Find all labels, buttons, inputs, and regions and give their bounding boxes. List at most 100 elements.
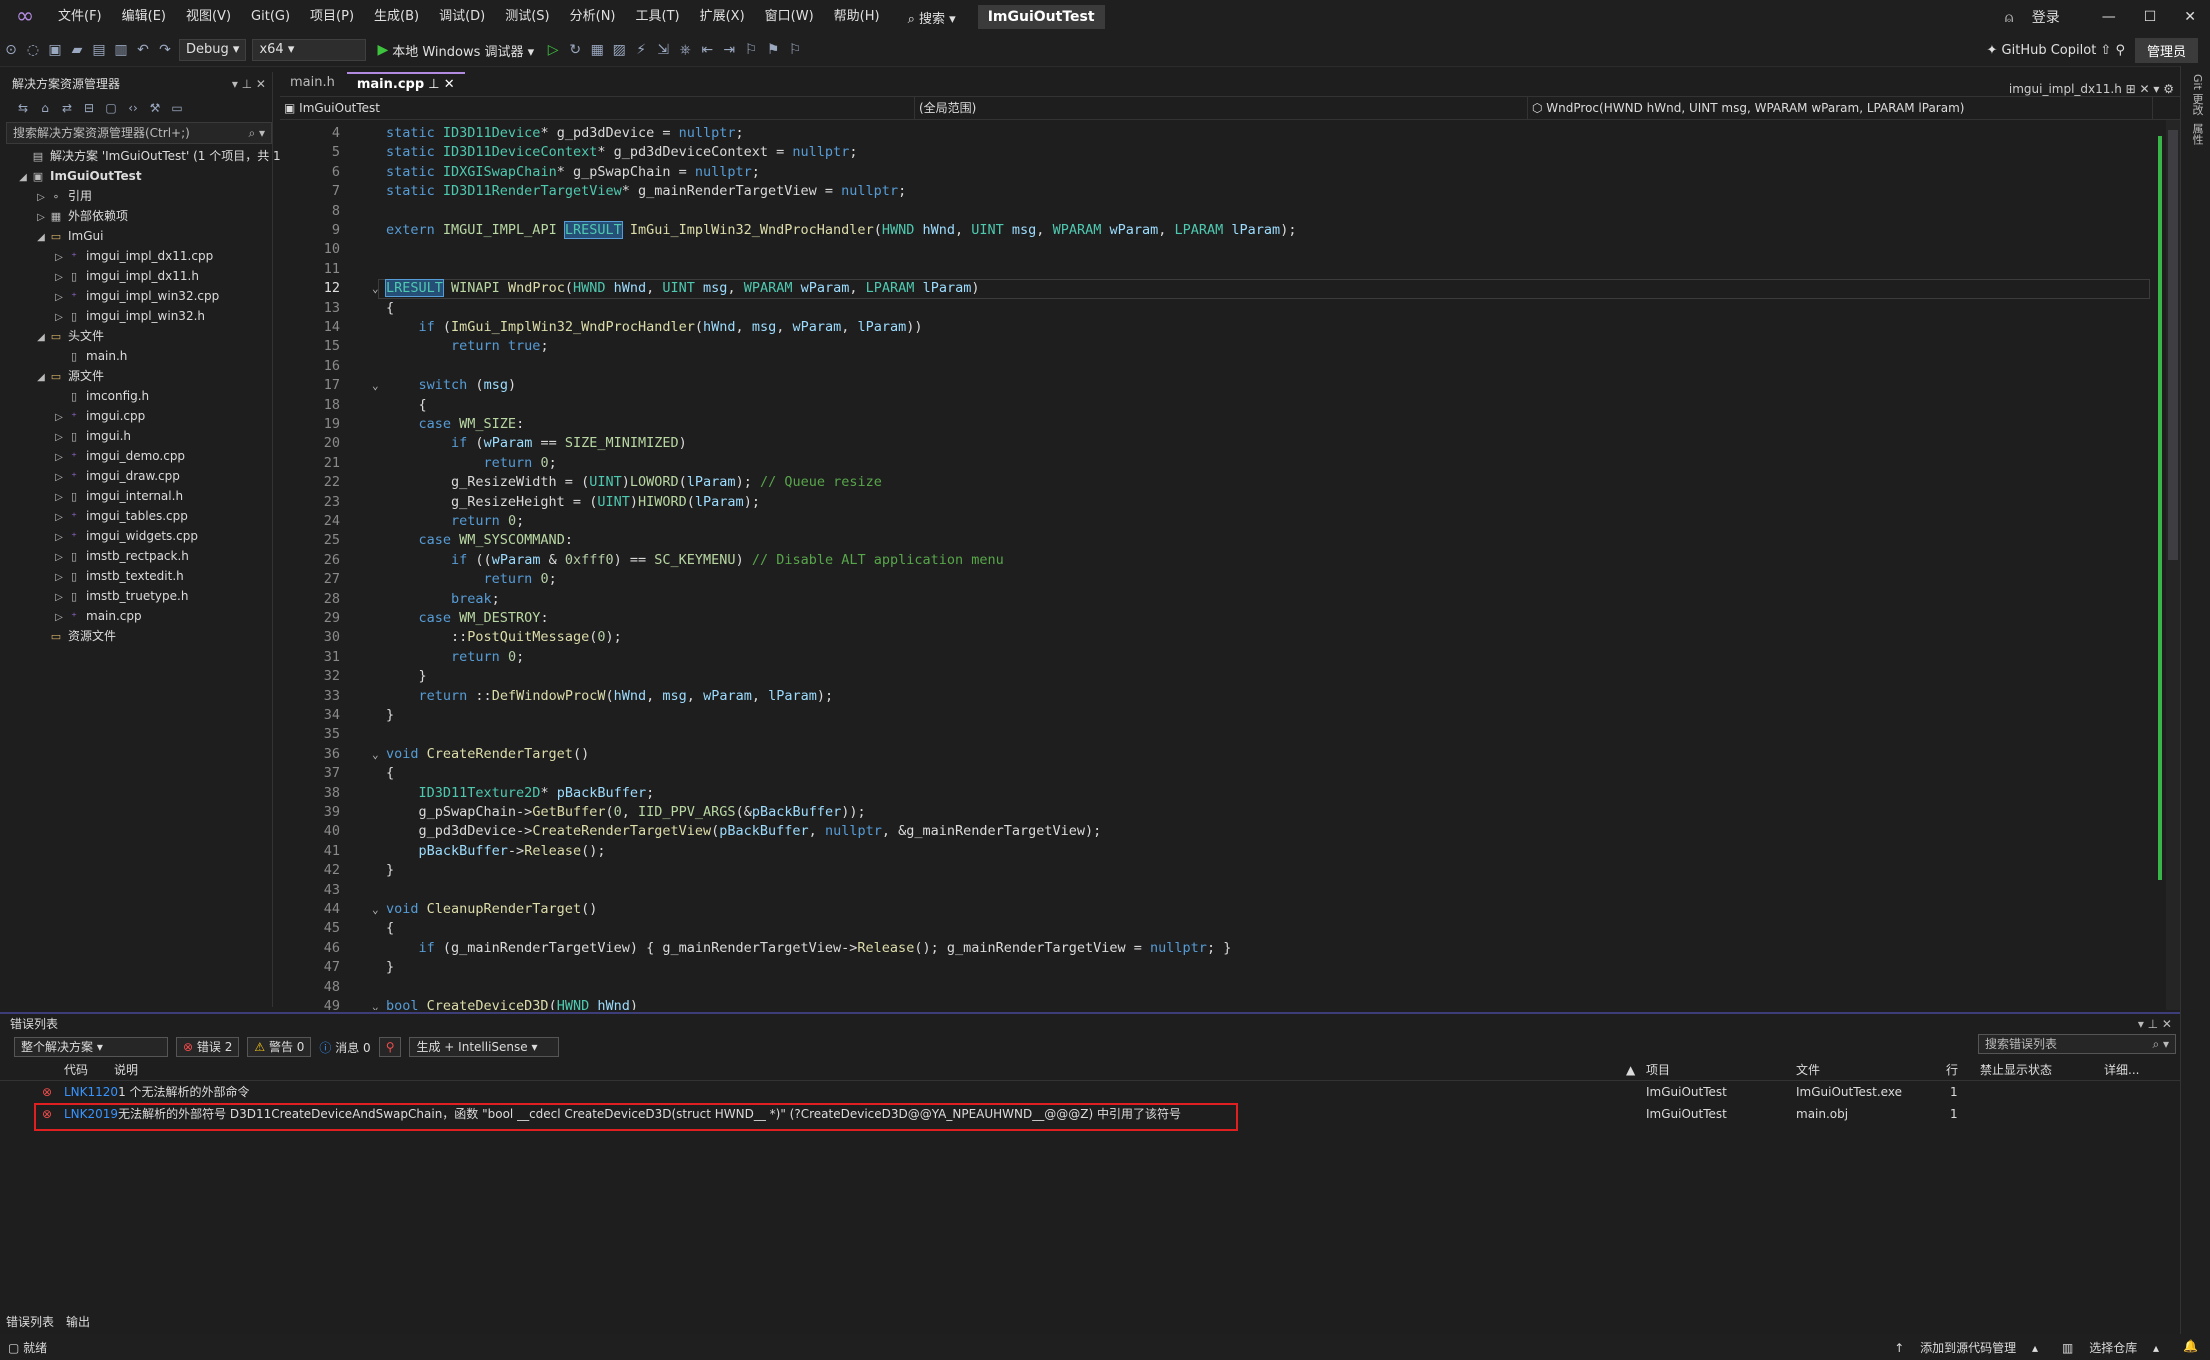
- menu-item-0[interactable]: 文件(F): [48, 0, 112, 34]
- tree-item[interactable]: ▷ ▯ imstb_textedit.h: [6, 566, 272, 586]
- expand-arrow-icon[interactable]: ▷: [52, 408, 66, 428]
- tree-item[interactable]: ▯ main.h: [6, 346, 272, 366]
- redo-icon[interactable]: ↷: [154, 42, 176, 58]
- login-button[interactable]: ⍝ 登录: [1991, 7, 2088, 27]
- tab-close-icon[interactable]: ⊥ ✕: [424, 77, 454, 92]
- tree-item[interactable]: ▷ ▦ 外部依赖项: [6, 206, 272, 226]
- column-project[interactable]: 项目: [1646, 1060, 1670, 1080]
- fold-toggle-icon[interactable]: ⌄: [372, 376, 379, 395]
- menu-item-2[interactable]: 视图(V): [176, 0, 241, 34]
- column-code[interactable]: 代码: [64, 1060, 88, 1080]
- git-changes-tab[interactable]: Git 更改: [2189, 74, 2205, 115]
- new-project-icon[interactable]: ▣: [44, 42, 66, 58]
- warnings-toggle[interactable]: ⚠ 警告 0: [247, 1037, 312, 1057]
- expand-arrow-icon[interactable]: ▷: [52, 488, 66, 508]
- error-code-link[interactable]: LNK1120: [64, 1085, 118, 1099]
- tree-item[interactable]: ▷ ⁺ imgui_draw.cpp: [6, 466, 272, 486]
- expand-arrow-icon[interactable]: ▷: [34, 208, 48, 228]
- indent-icon[interactable]: ⇤: [696, 42, 718, 58]
- member-dropdown[interactable]: ⬡ WndProc(HWND hWnd, UINT msg, WPARAM wP…: [1528, 97, 2153, 119]
- editor-scrollbar-thumb[interactable]: [2168, 130, 2178, 560]
- tree-item[interactable]: ▷ ▯ imgui_internal.h: [6, 486, 272, 506]
- expand-arrow-icon[interactable]: ▷: [52, 588, 66, 608]
- expand-arrow-icon[interactable]: ▷: [52, 308, 66, 328]
- panel-controls[interactable]: ▾ ⊥ ✕: [232, 72, 272, 96]
- start-without-debugging-icon[interactable]: ▷: [542, 42, 564, 58]
- tree-item[interactable]: ▷ ▯ imgui_impl_dx11.h: [6, 266, 272, 286]
- messages-toggle[interactable]: ⓘ 消息 0: [319, 1039, 370, 1056]
- project-dropdown[interactable]: ▣ ImGuiOutTest: [280, 97, 915, 119]
- error-row[interactable]: ⊗ LNK11201 个无法解析的外部命令 ImGuiOutTest ImGuiOut…: [0, 1081, 2180, 1103]
- expand-arrow-icon[interactable]: ▷: [34, 188, 48, 208]
- browser-icon[interactable]: ▦: [586, 42, 608, 58]
- properties-icon[interactable]: ⚒: [144, 101, 166, 115]
- breakpoint-icon[interactable]: ⎈: [674, 42, 696, 58]
- configuration-select[interactable]: Debug ▾: [179, 39, 247, 61]
- bookmark-next-icon[interactable]: ⚐: [784, 42, 806, 58]
- editor-scrollbar[interactable]: [2166, 120, 2180, 1010]
- open-folder-icon[interactable]: ▰: [66, 42, 88, 58]
- tab-main-cpp[interactable]: main.cpp ⊥ ✕: [346, 72, 465, 96]
- show-all-icon[interactable]: ▢: [100, 101, 122, 115]
- tab-main-h[interactable]: main.h: [280, 72, 345, 94]
- tree-item[interactable]: ▯ imconfig.h: [6, 386, 272, 406]
- tree-item[interactable]: ▷ ▯ imgui.h: [6, 426, 272, 446]
- fold-toggle-icon[interactable]: ⌄: [372, 900, 379, 919]
- solution-search-input[interactable]: 搜索解决方案资源管理器(Ctrl+;) ⌕ ▾: [6, 122, 272, 144]
- outdent-icon[interactable]: ⇥: [718, 42, 740, 58]
- save-icon[interactable]: ▤: [88, 42, 110, 58]
- column-line[interactable]: 行: [1946, 1060, 1958, 1080]
- hot-reload-icon[interactable]: ⚡: [630, 42, 652, 58]
- menu-item-6[interactable]: 调试(D): [429, 0, 495, 34]
- expand-arrow-icon[interactable]: ▷: [52, 528, 66, 548]
- column-description[interactable]: 说明: [114, 1060, 138, 1080]
- tree-item[interactable]: ◢ ▭ 源文件: [6, 366, 272, 386]
- tree-item[interactable]: ▷ ⁺ imgui_demo.cpp: [6, 446, 272, 466]
- fold-toggle-icon[interactable]: ⌄: [372, 997, 379, 1010]
- tree-item[interactable]: ▷ ⁺ main.cpp: [6, 606, 272, 626]
- tree-item[interactable]: ▤ 解决方案 'ImGuiOutTest' (1 个项目，共 1: [6, 146, 281, 166]
- bottom-tab-1[interactable]: 输出: [60, 1310, 96, 1334]
- menu-item-5[interactable]: 生成(B): [364, 0, 429, 34]
- expand-arrow-icon[interactable]: ▷: [52, 428, 66, 448]
- expand-arrow-icon[interactable]: ▷: [52, 548, 66, 568]
- collapse-all-icon[interactable]: ⊟: [78, 101, 100, 115]
- expand-arrow-icon[interactable]: ◢: [34, 328, 48, 348]
- github-copilot-button[interactable]: ✦ GitHub Copilot ⇧ ⚲: [1987, 43, 2135, 58]
- tree-item[interactable]: ▷ ▯ imstb_rectpack.h: [6, 546, 272, 566]
- scope-select[interactable]: 整个解决方案 ▾: [14, 1037, 168, 1057]
- tree-item[interactable]: ▷ ∘ 引用: [6, 186, 272, 206]
- tree-item[interactable]: ▷ ⁺ imgui.cpp: [6, 406, 272, 426]
- sync-icon[interactable]: ⇆: [12, 101, 34, 115]
- tree-item[interactable]: ▷ ⁺ imgui_tables.cpp: [6, 506, 272, 526]
- notifications-icon[interactable]: 🔔: [2171, 1339, 2210, 1356]
- fold-toggle-icon[interactable]: ⌄: [372, 279, 379, 298]
- menu-item-3[interactable]: Git(G): [241, 0, 300, 34]
- column-details[interactable]: 详细...: [2104, 1060, 2139, 1080]
- close-button[interactable]: ✕: [2170, 9, 2210, 25]
- home-icon[interactable]: ⌂: [34, 101, 56, 115]
- layout-icon[interactable]: ▨: [608, 42, 630, 58]
- menu-item-7[interactable]: 测试(S): [495, 0, 559, 34]
- menu-item-8[interactable]: 分析(N): [560, 0, 626, 34]
- start-debugging-button[interactable]: 本地 Windows 调试器 ▾: [392, 41, 534, 60]
- code-icon[interactable]: ‹›: [122, 101, 144, 115]
- bookmark-prev-icon[interactable]: ⚑: [762, 42, 784, 58]
- platform-select[interactable]: x64 ▾: [252, 39, 367, 61]
- expand-arrow-icon[interactable]: ▷: [52, 568, 66, 588]
- search-button[interactable]: ⌕ 搜索 ▾: [908, 8, 956, 27]
- forward-icon[interactable]: ◌: [22, 42, 44, 58]
- expand-arrow-icon[interactable]: ▷: [52, 248, 66, 268]
- preview-icon[interactable]: ▭: [166, 101, 188, 115]
- bottom-tab-0[interactable]: 错误列表: [0, 1310, 60, 1334]
- expand-arrow-icon[interactable]: ▷: [52, 468, 66, 488]
- tree-item[interactable]: ◢ ▭ ImGui: [6, 226, 272, 246]
- tree-item[interactable]: ▷ ▯ imgui_impl_win32.h: [6, 306, 272, 326]
- column-file[interactable]: 文件: [1796, 1060, 1820, 1080]
- expand-arrow-icon[interactable]: ▷: [52, 288, 66, 308]
- menu-item-11[interactable]: 窗口(W): [755, 0, 824, 34]
- filter-icon[interactable]: ⚲: [378, 1037, 402, 1057]
- expand-arrow-icon[interactable]: ▷: [52, 268, 66, 288]
- menu-item-12[interactable]: 帮助(H): [824, 0, 890, 34]
- expand-arrow-icon[interactable]: ▷: [52, 508, 66, 528]
